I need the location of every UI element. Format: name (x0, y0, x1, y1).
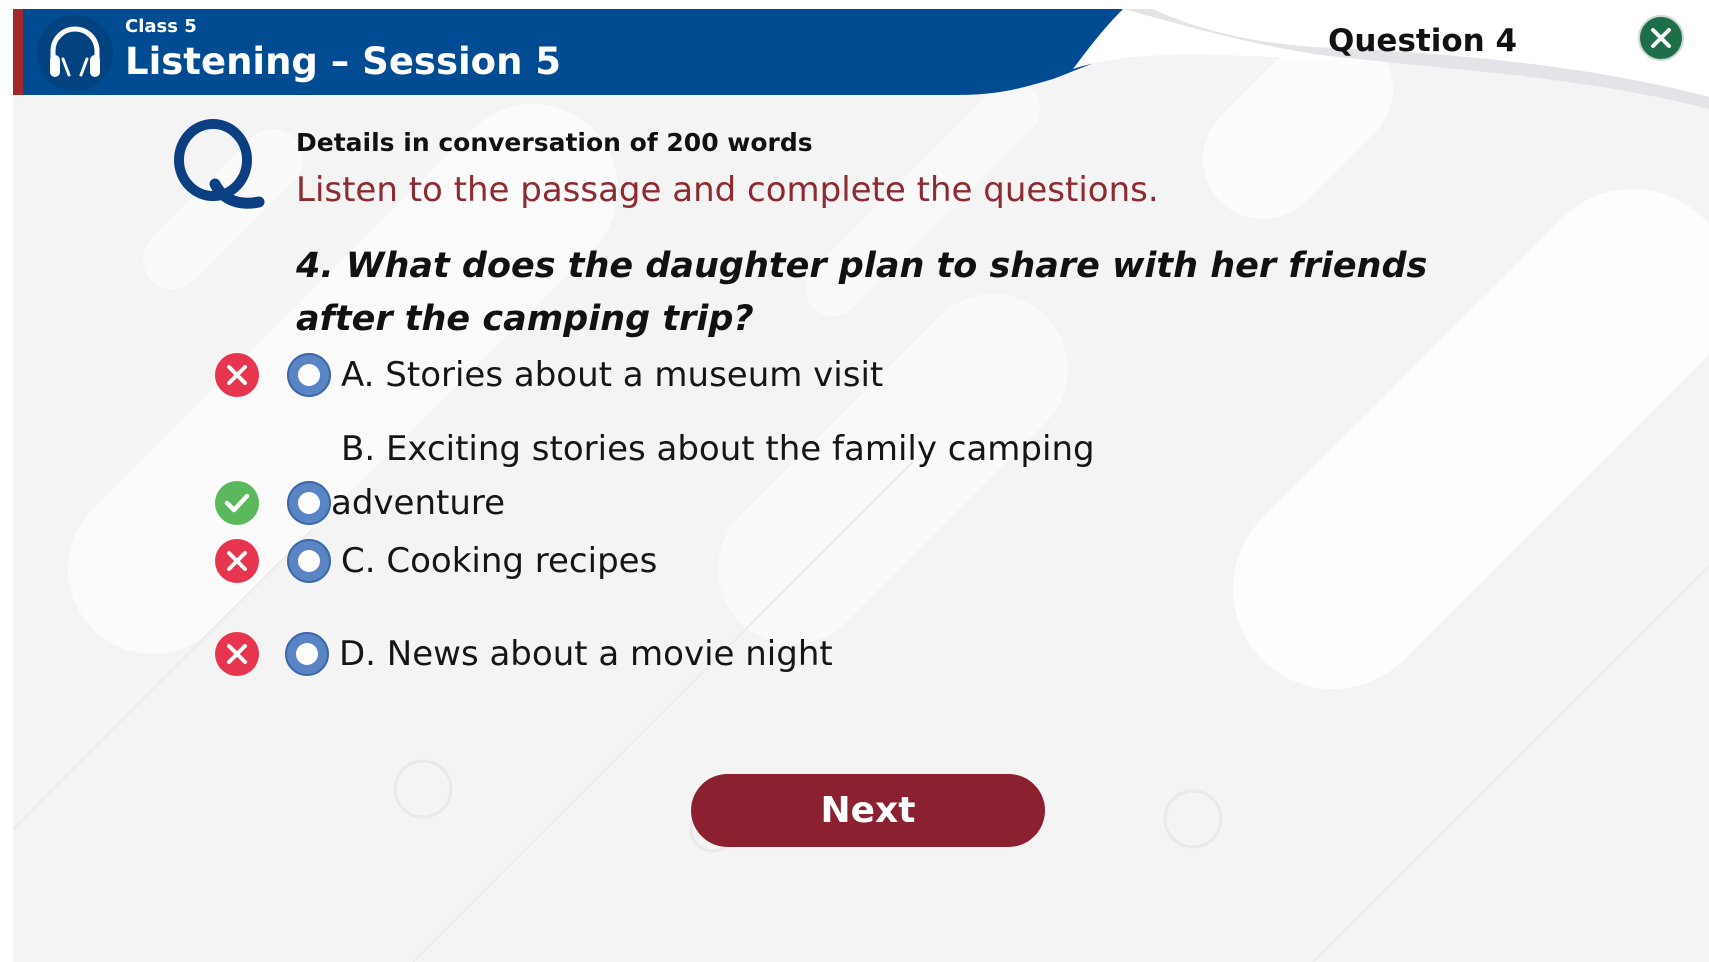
question-instruction: Listen to the passage and complete the q… (296, 170, 1159, 210)
session-title: Listening – Session 5 (125, 40, 562, 83)
question-subtitle: Details in conversation of 200 words (296, 128, 813, 157)
incorrect-icon (215, 539, 259, 583)
radio-button[interactable] (285, 351, 333, 399)
class-label: Class 5 (125, 16, 197, 37)
question-text: 4. What does the daughter plan to share … (296, 246, 1428, 339)
option-label: A. Stories about a museum visit (341, 355, 884, 395)
option-a[interactable]: A. Stories about a museum visit (213, 347, 1153, 407)
close-button[interactable] (1637, 14, 1685, 62)
radio-button[interactable] (285, 537, 333, 585)
option-label-line1: B. Exciting stories about the family cam… (341, 429, 1095, 469)
question-number: Question 4 (1328, 23, 1518, 59)
incorrect-icon (215, 353, 259, 397)
letter-q-icon (174, 119, 265, 209)
next-button[interactable]: Next (691, 774, 1045, 847)
radio-button[interactable] (283, 630, 331, 678)
quiz-screen: Class 5 Listening – Session 5 Question 4… (13, 9, 1709, 962)
incorrect-icon (215, 632, 259, 676)
option-c[interactable]: C. Cooking recipes (213, 533, 1153, 593)
radio-button[interactable] (285, 479, 333, 527)
option-label: C. Cooking recipes (341, 541, 658, 581)
option-d[interactable]: D. News about a movie night (213, 626, 1153, 686)
option-b[interactable]: B. Exciting stories about the family cam… (213, 421, 1153, 533)
close-icon[interactable] (1638, 15, 1684, 61)
correct-icon (215, 481, 259, 525)
option-label-line2: adventure (331, 483, 506, 523)
headphones-icon (37, 15, 113, 91)
option-label: D. News about a movie night (339, 634, 833, 674)
